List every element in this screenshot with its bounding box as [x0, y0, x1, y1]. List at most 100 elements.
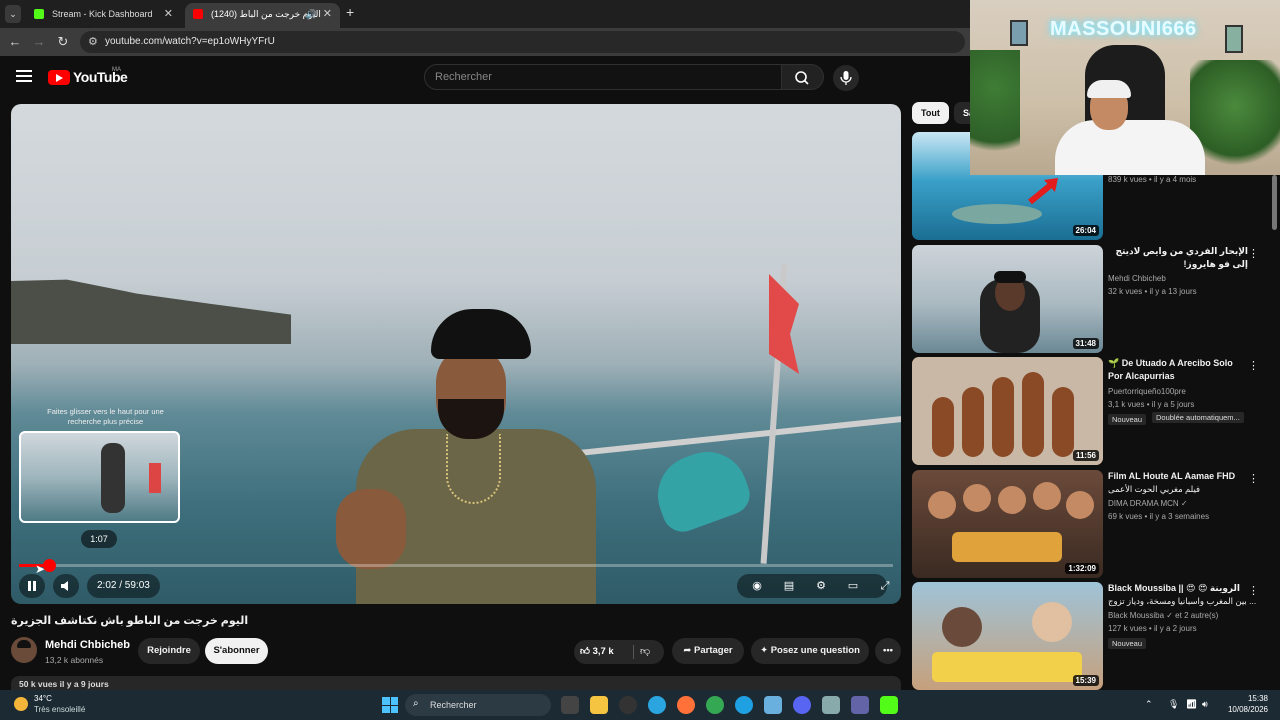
close-icon[interactable]: ✕	[164, 3, 173, 25]
seek-preview-thumbnail	[19, 431, 180, 523]
progress-bar[interactable]	[19, 559, 893, 572]
volume-button[interactable]	[53, 574, 79, 598]
back-icon[interactable]: ←	[7, 34, 23, 50]
thumbnail-graphic	[980, 271, 1040, 353]
telegram-icon[interactable]	[648, 696, 666, 714]
edge-icon[interactable]	[735, 696, 753, 714]
seek-preview-time: 1:07	[81, 530, 117, 548]
like-button[interactable]: 👍︎ 3,7 k	[580, 640, 614, 664]
chevron-up-icon[interactable]: ⌃	[1145, 699, 1153, 710]
photos-icon[interactable]	[764, 696, 782, 714]
youtube-header: YouTube MA	[0, 56, 970, 100]
voice-search-button[interactable]	[833, 65, 859, 91]
more-vert-icon[interactable]: ⋮	[1248, 584, 1259, 597]
more-vert-icon[interactable]: ⋮	[1248, 359, 1259, 372]
video-title: الإبحار الفردي من وايص لاديتج إلى فو هاي…	[1115, 246, 1249, 269]
sun-icon[interactable]	[14, 697, 28, 711]
app-icon[interactable]	[619, 696, 637, 714]
forward-icon[interactable]: →	[31, 34, 47, 50]
divider	[633, 645, 634, 659]
weather-condition[interactable]: Très ensoleillé	[34, 705, 85, 714]
obs-kick-icon[interactable]	[880, 696, 898, 714]
taskbar-search-label: Rechercher	[430, 700, 477, 710]
recommendation-item[interactable]: 1:32:09 Film AL Houte AL Aamae FHD فيلم …	[912, 470, 1262, 578]
theater-mode-icon[interactable]: ▭	[841, 574, 865, 598]
tab-title: Stream - Kick Dashboard	[52, 9, 153, 19]
seek-hint: Faites glisser vers le haut pour une rec…	[47, 407, 164, 426]
ask-question-button[interactable]: ✦ Posez une question	[751, 638, 869, 664]
reload-icon[interactable]: ↻	[55, 34, 71, 50]
tab-title: اليوم خرجت من الباط (1240)	[211, 9, 321, 19]
screen: ⌄ Stream - Kick Dashboard ✕ اليوم خرجت م…	[0, 0, 1280, 720]
tab-kick-dashboard[interactable]: Stream - Kick Dashboard ✕	[26, 3, 181, 28]
autoplay-toggle-icon[interactable]: ◉	[745, 574, 769, 598]
description-box[interactable]: 50 k vues il y a 9 jours	[11, 676, 901, 690]
tab-youtube[interactable]: اليوم خرجت من الباط (1240) 🔊 ✕	[185, 3, 340, 28]
microphone-icon	[840, 71, 852, 85]
video-thumbnail[interactable]: 1:32:09	[912, 470, 1103, 578]
windows-start-icon[interactable]	[382, 697, 398, 713]
video-thumbnail[interactable]: 31:48	[912, 245, 1103, 353]
chrome-icon[interactable]	[706, 696, 724, 714]
speaker-icon[interactable]: 🔊	[306, 3, 317, 25]
taskbar-search[interactable]: ⌕ Rechercher	[405, 694, 551, 716]
video-thumbnail[interactable]: 11:56	[912, 357, 1103, 465]
channel-name[interactable]: Black Moussiba ✓ et 2 autre(s)	[1108, 611, 1218, 620]
pause-button[interactable]	[19, 574, 45, 598]
ask-label: Posez une question	[770, 645, 860, 656]
wifi-icon[interactable]: 📶︎	[1186, 699, 1197, 710]
join-button[interactable]: Rejoindre	[138, 638, 200, 664]
video-thumbnail[interactable]: 15:39	[912, 582, 1103, 690]
thumbs-down-icon[interactable]: 👎︎	[640, 640, 650, 664]
site-info-icon[interactable]: ⚙	[88, 35, 98, 48]
video-meta: 69 k vues • il y a 3 semaines	[1108, 512, 1210, 521]
task-view-icon[interactable]	[561, 696, 579, 714]
channel-name[interactable]: Puertorriqueño100pre	[1108, 387, 1186, 396]
channel-name[interactable]: Mehdi Chbicheb	[45, 639, 130, 651]
subscribe-button[interactable]: S'abonner	[205, 638, 268, 664]
microphone-icon[interactable]: 🎙︎	[1168, 699, 1179, 710]
channel-avatar[interactable]	[11, 637, 37, 663]
auto-dub-badge: Doublée automatiquem...	[1152, 412, 1244, 423]
address-bar[interactable]: ⚙ youtube.com/watch?v=ep1oWHyYFrU	[80, 31, 965, 53]
duration-badge: 26:04	[1072, 225, 1099, 236]
menu-icon[interactable]	[16, 70, 32, 83]
firefox-icon[interactable]	[677, 696, 695, 714]
volume-icon[interactable]: 🔊︎	[1202, 699, 1208, 710]
video-meta: 839 k vues • il y a 4 mois	[1108, 175, 1197, 184]
scrollbar[interactable]	[1272, 175, 1277, 230]
share-button[interactable]: ➦ Partager	[672, 638, 744, 664]
chip-all[interactable]: Tout	[912, 102, 949, 124]
recommendation-item[interactable]: 31:48 الإبحار الفردي من وايص لاديتج إلى …	[912, 245, 1262, 353]
windows-taskbar: 34°C Très ensoleillé ⌕ Rechercher ⌃ 🎙︎ 📶…	[0, 690, 1280, 720]
channel-name[interactable]: DIMA DRAMA MCN ✓	[1108, 499, 1188, 508]
clock-date[interactable]: 10/08/2026	[1218, 705, 1268, 714]
search-input[interactable]	[424, 64, 782, 90]
video-frame-person	[336, 309, 596, 604]
duration-badge: 11:56	[1072, 450, 1099, 461]
thumbnail-graphic	[932, 602, 1082, 682]
fullscreen-icon[interactable]: ⤢	[873, 574, 897, 598]
recommendation-item[interactable]: 15:39 Black Moussiba || 😍 😍 الروينة بين …	[912, 582, 1262, 690]
tab-search-icon[interactable]: ⌄	[5, 5, 21, 23]
teams-icon[interactable]	[851, 696, 869, 714]
clock-time[interactable]: 15:38	[1218, 694, 1268, 703]
snipping-tool-icon[interactable]	[822, 696, 840, 714]
recommendation-item[interactable]: 11:56 🌱 De Utuado A Arecibo Solo Por Alc…	[912, 357, 1262, 465]
settings-gear-icon[interactable]: ⚙	[809, 574, 833, 598]
video-player[interactable]: Faites glisser vers le haut pour une rec…	[11, 104, 901, 604]
subtitles-icon[interactable]: ▤	[777, 574, 801, 598]
discord-icon[interactable]	[793, 696, 811, 714]
new-badge: Nouveau	[1108, 414, 1147, 425]
url-text: youtube.com/watch?v=ep1oWHyYFrU	[105, 36, 275, 47]
new-tab-icon[interactable]: +	[346, 4, 354, 20]
close-icon[interactable]: ✕	[323, 3, 332, 25]
file-explorer-icon[interactable]	[590, 696, 608, 714]
search-button[interactable]	[782, 64, 824, 90]
more-actions-button[interactable]: •••	[875, 638, 901, 664]
channel-name[interactable]: Mehdi Chbicheb	[1108, 274, 1166, 283]
webcam-overlay: MASSOUNI666	[970, 0, 1280, 175]
more-vert-icon[interactable]: ⋮	[1248, 472, 1259, 485]
weather-temperature[interactable]: 34°C	[34, 694, 52, 703]
more-vert-icon[interactable]: ⋮	[1248, 247, 1259, 260]
